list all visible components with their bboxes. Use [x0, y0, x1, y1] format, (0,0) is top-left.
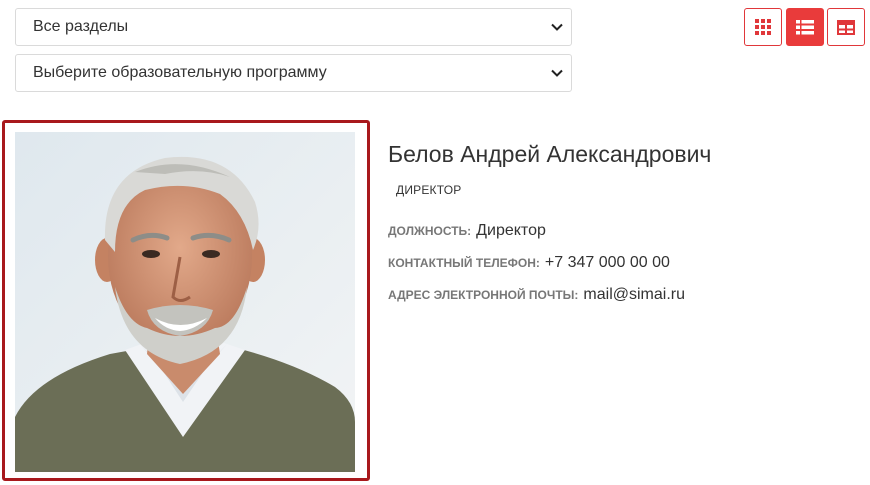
list-view-button[interactable] — [786, 8, 824, 46]
position-value: Директор — [476, 222, 546, 239]
chevron-down-icon — [551, 23, 563, 31]
chevron-down-icon — [551, 69, 563, 77]
email-field: Адрес электронной почты: mail@simai.ru — [388, 286, 685, 304]
email-label: Адрес электронной почты: — [388, 288, 579, 302]
phone-field: Контактный телефон: +7 347 000 00 00 — [388, 254, 670, 272]
position-label: Должность: — [388, 224, 472, 238]
program-select-value: Выберите образовательную программу — [33, 64, 327, 81]
section-select[interactable]: Все разделы — [15, 8, 572, 46]
table-view-button[interactable] — [827, 8, 865, 46]
portrait-image — [15, 132, 355, 472]
person-photo — [15, 132, 355, 472]
role-tag: директор — [396, 183, 462, 197]
person-name: Белов Андрей Александрович — [388, 141, 712, 167]
list-icon — [796, 19, 814, 34]
section-select-value: Все разделы — [33, 18, 129, 35]
position-field: Должность: Директор — [388, 222, 546, 240]
phone-value[interactable]: +7 347 000 00 00 — [545, 254, 670, 272]
grid-view-button[interactable] — [744, 8, 782, 46]
grid-icon — [755, 19, 771, 35]
person-photo-frame[interactable] — [2, 120, 370, 481]
table-icon — [837, 19, 855, 35]
phone-label: Контактный телефон: — [388, 256, 540, 270]
program-select[interactable]: Выберите образовательную программу — [15, 54, 572, 92]
email-value[interactable]: mail@simai.ru — [583, 286, 685, 304]
